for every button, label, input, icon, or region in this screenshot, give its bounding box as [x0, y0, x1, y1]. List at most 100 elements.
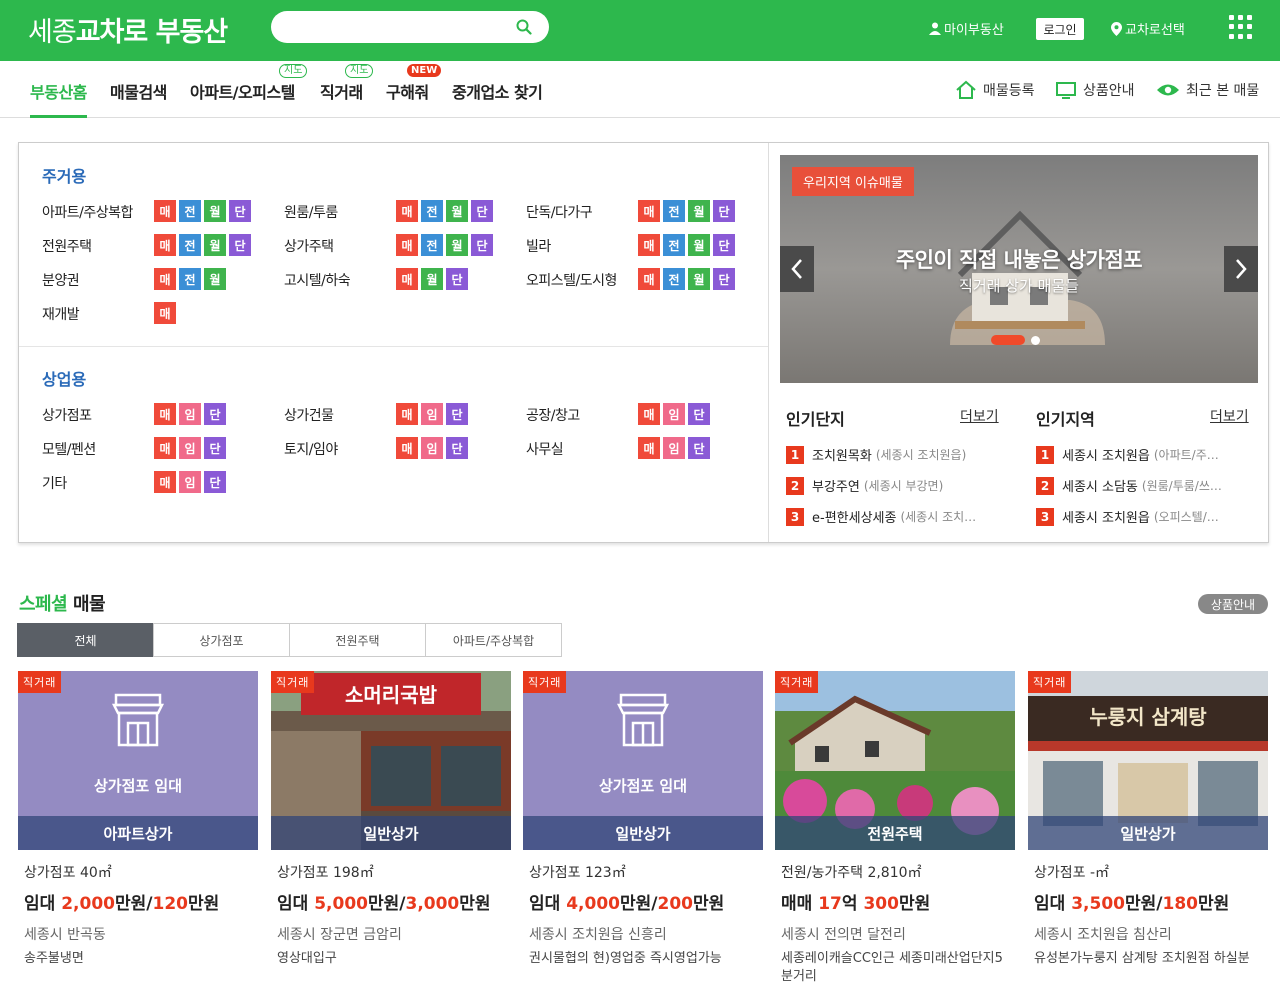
- banner-prev-button[interactable]: [780, 246, 814, 292]
- deal-type-tag[interactable]: 단: [229, 200, 251, 222]
- deal-type-tag[interactable]: 단: [688, 403, 710, 425]
- category-name[interactable]: 모텔/펜션: [42, 439, 96, 459]
- pagination-dot-active[interactable]: [991, 335, 1025, 345]
- deal-type-tag[interactable]: 단: [713, 268, 735, 290]
- deal-type-tag[interactable]: 단: [713, 234, 735, 256]
- deal-type-tag[interactable]: 매: [154, 302, 176, 324]
- deal-type-tag[interactable]: 전: [663, 268, 685, 290]
- deal-type-tag[interactable]: 매: [396, 234, 418, 256]
- register-listing-link[interactable]: 매물등록: [955, 80, 1035, 100]
- tab-store[interactable]: 상가점포: [153, 623, 290, 657]
- listing-image[interactable]: 직거래 상가점포 임대 일반상가: [523, 671, 763, 850]
- deal-type-tag[interactable]: 전: [421, 200, 443, 222]
- deal-type-tag[interactable]: 임: [663, 403, 685, 425]
- listing-image[interactable]: 직거래 소머리국밥 일반상가: [271, 671, 511, 850]
- deal-type-tag[interactable]: 매: [638, 234, 660, 256]
- category-name[interactable]: 고시텔/하숙: [284, 270, 351, 290]
- popular-item[interactable]: 1 세종시 조치원읍 (아파트/주…: [1036, 445, 1248, 464]
- popular-item[interactable]: 2 세종시 소담동 (원룸/투룸/쓰…: [1036, 476, 1248, 495]
- deal-type-tag[interactable]: 월: [204, 200, 226, 222]
- deal-type-tag[interactable]: 매: [154, 471, 176, 493]
- deal-type-tag[interactable]: 임: [179, 437, 201, 459]
- nav-search[interactable]: 매물검색: [110, 79, 167, 103]
- listing-image[interactable]: 직거래 전원주택: [775, 671, 1015, 850]
- popular-item[interactable]: 2 부강주연 (세종시 부강면): [786, 476, 998, 495]
- popular-item[interactable]: 3 세종시 조치원읍 (오피스텔/…: [1036, 507, 1248, 526]
- deal-type-tag[interactable]: 단: [229, 234, 251, 256]
- search-icon[interactable]: [516, 19, 532, 35]
- nav-apartment[interactable]: 아파트/오피스텔: [190, 79, 295, 103]
- listing-card[interactable]: 직거래 상가점포 임대 일반상가 상가점포 123㎡ 임대 4,000만원/200만원 세…: [523, 671, 763, 968]
- deal-type-tag[interactable]: 전: [179, 200, 201, 222]
- deal-type-tag[interactable]: 임: [179, 403, 201, 425]
- deal-type-tag[interactable]: 월: [204, 234, 226, 256]
- tab-apartment[interactable]: 아파트/주상복합: [425, 623, 562, 657]
- deal-type-tag[interactable]: 월: [688, 268, 710, 290]
- banner-next-button[interactable]: [1224, 246, 1258, 292]
- category-name[interactable]: 전원주택: [42, 236, 92, 256]
- deal-type-tag[interactable]: 월: [446, 234, 468, 256]
- nav-direct[interactable]: 직거래: [320, 79, 363, 103]
- deal-type-tag[interactable]: 단: [204, 403, 226, 425]
- deal-type-tag[interactable]: 단: [204, 437, 226, 459]
- category-name[interactable]: 재개발: [42, 304, 80, 324]
- deal-type-tag[interactable]: 매: [154, 437, 176, 459]
- category-name[interactable]: 상가주택: [284, 236, 334, 256]
- deal-type-tag[interactable]: 임: [663, 437, 685, 459]
- category-name[interactable]: 토지/임야: [284, 439, 338, 459]
- category-name[interactable]: 단독/다가구: [526, 202, 593, 222]
- popular-item[interactable]: 3 e-편한세상세종 (세종시 조치…: [786, 507, 998, 526]
- deal-type-tag[interactable]: 매: [638, 403, 660, 425]
- listing-card[interactable]: 직거래 상가점포 임대 아파트상가 상가점포 40㎡ 임대 2,000만원/120만원 세…: [18, 671, 258, 968]
- pagination-dot[interactable]: [1031, 335, 1040, 345]
- deal-type-tag[interactable]: 단: [471, 234, 493, 256]
- deal-type-tag[interactable]: 단: [446, 437, 468, 459]
- category-name[interactable]: 오피스텔/도시형: [526, 270, 617, 290]
- category-name[interactable]: 분양권: [42, 270, 80, 290]
- deal-type-tag[interactable]: 매: [154, 268, 176, 290]
- listing-image[interactable]: 직거래 상가점포 임대 아파트상가: [18, 671, 258, 850]
- category-name[interactable]: 원룸/투룸: [284, 202, 338, 222]
- deal-type-tag[interactable]: 단: [446, 403, 468, 425]
- my-realestate-link[interactable]: 마이부동산: [929, 19, 1004, 38]
- nav-home[interactable]: 부동산홈: [30, 79, 87, 103]
- category-name[interactable]: 사무실: [526, 439, 564, 459]
- deal-type-tag[interactable]: 전: [179, 234, 201, 256]
- deal-type-tag[interactable]: 전: [663, 234, 685, 256]
- grid-menu-icon[interactable]: [1229, 15, 1253, 39]
- deal-type-tag[interactable]: 매: [638, 200, 660, 222]
- tab-all[interactable]: 전체: [17, 623, 154, 657]
- deal-type-tag[interactable]: 매: [638, 437, 660, 459]
- deal-type-tag[interactable]: 전: [663, 200, 685, 222]
- popular-item[interactable]: 1 조치원목화 (세종시 조치원읍): [786, 445, 998, 464]
- deal-type-tag[interactable]: 단: [688, 437, 710, 459]
- listing-card[interactable]: 직거래 소머리국밥 일반상가 상가점포 198㎡ 임대 5,000만원/3,000만원 세…: [271, 671, 511, 968]
- deal-type-tag[interactable]: 임: [421, 403, 443, 425]
- deal-type-tag[interactable]: 전: [179, 268, 201, 290]
- deal-type-tag[interactable]: 임: [179, 471, 201, 493]
- deal-type-tag[interactable]: 매: [154, 403, 176, 425]
- deal-type-tag[interactable]: 단: [713, 200, 735, 222]
- search-input[interactable]: [287, 18, 507, 36]
- category-name[interactable]: 기타: [42, 473, 67, 493]
- deal-type-tag[interactable]: 매: [396, 268, 418, 290]
- deal-type-tag[interactable]: 매: [396, 200, 418, 222]
- site-logo[interactable]: 세종교차로 부동산: [28, 10, 228, 49]
- deal-type-tag[interactable]: 월: [421, 268, 443, 290]
- listing-image[interactable]: 직거래 누룽지 삼계탕 일반상가: [1028, 671, 1268, 850]
- deal-type-tag[interactable]: 단: [446, 268, 468, 290]
- region-select-link[interactable]: 교차로선택: [1111, 19, 1185, 38]
- deal-type-tag[interactable]: 월: [688, 234, 710, 256]
- deal-type-tag[interactable]: 임: [421, 437, 443, 459]
- deal-type-tag[interactable]: 월: [446, 200, 468, 222]
- category-name[interactable]: 아파트/주상복합: [42, 202, 133, 222]
- deal-type-tag[interactable]: 월: [204, 268, 226, 290]
- deal-type-tag[interactable]: 단: [204, 471, 226, 493]
- deal-type-tag[interactable]: 매: [396, 437, 418, 459]
- login-button[interactable]: 로그인: [1036, 18, 1084, 40]
- category-name[interactable]: 빌라: [526, 236, 551, 256]
- category-name[interactable]: 공장/창고: [526, 405, 580, 425]
- product-info-link[interactable]: 상품안내: [1055, 80, 1135, 100]
- listing-card[interactable]: 직거래 전원주택 전원/농가주택 2,810㎡ 매매 17억 300만원 세종시 전의면…: [775, 671, 1015, 986]
- deal-type-tag[interactable]: 단: [471, 200, 493, 222]
